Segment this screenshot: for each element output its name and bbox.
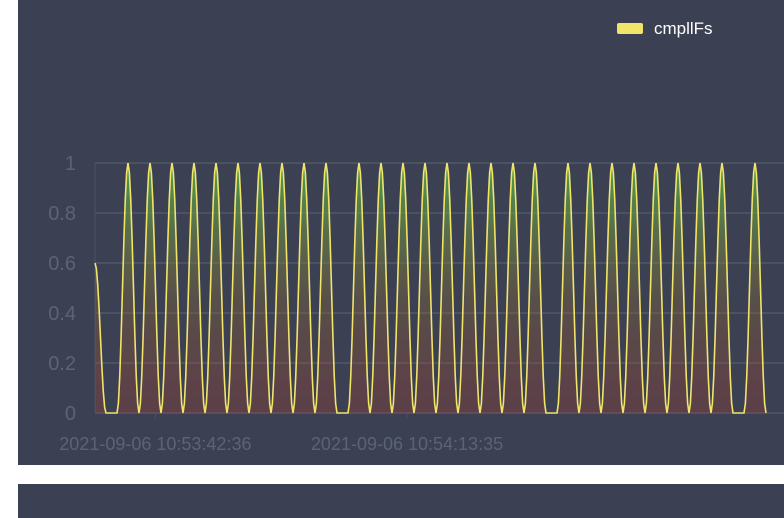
legend-label-cmpllfs[interactable]: cmpllFs <box>654 19 713 38</box>
x-tick-label: 2021-09-06 10:53:42:36 <box>59 434 251 454</box>
y-tick-label: 1 <box>65 153 76 175</box>
x-tick-label: 2021-09-06 10:54:13:35 <box>311 434 503 454</box>
y-tick-label: 0.6 <box>48 253 76 275</box>
legend[interactable]: cmpllFs <box>617 19 713 38</box>
y-axis-ticks: 0 0.2 0.4 0.6 0.8 1 <box>48 153 76 425</box>
y-tick-label: 0 <box>65 403 76 425</box>
line-chart: 00.20.40.60.81 2021-09-06 10:53:42:36 202… <box>48 19 784 454</box>
y-tick-label: 0.4 <box>48 303 76 325</box>
y-tick-label: 0.2 <box>48 353 76 375</box>
chart-panel: 0 0.2 0.4 0.6 0.8 1 2021-09-06 10:53:42:36 202… <box>18 0 784 465</box>
x-axis-ticks: 2021-09-06 10:53:42:36 2021-09-06 10:54:1… <box>59 413 503 454</box>
legend-swatch-cmpllfs[interactable] <box>617 23 643 34</box>
y-tick-label: 0.8 <box>48 203 76 225</box>
secondary-chart-panel <box>18 484 784 518</box>
